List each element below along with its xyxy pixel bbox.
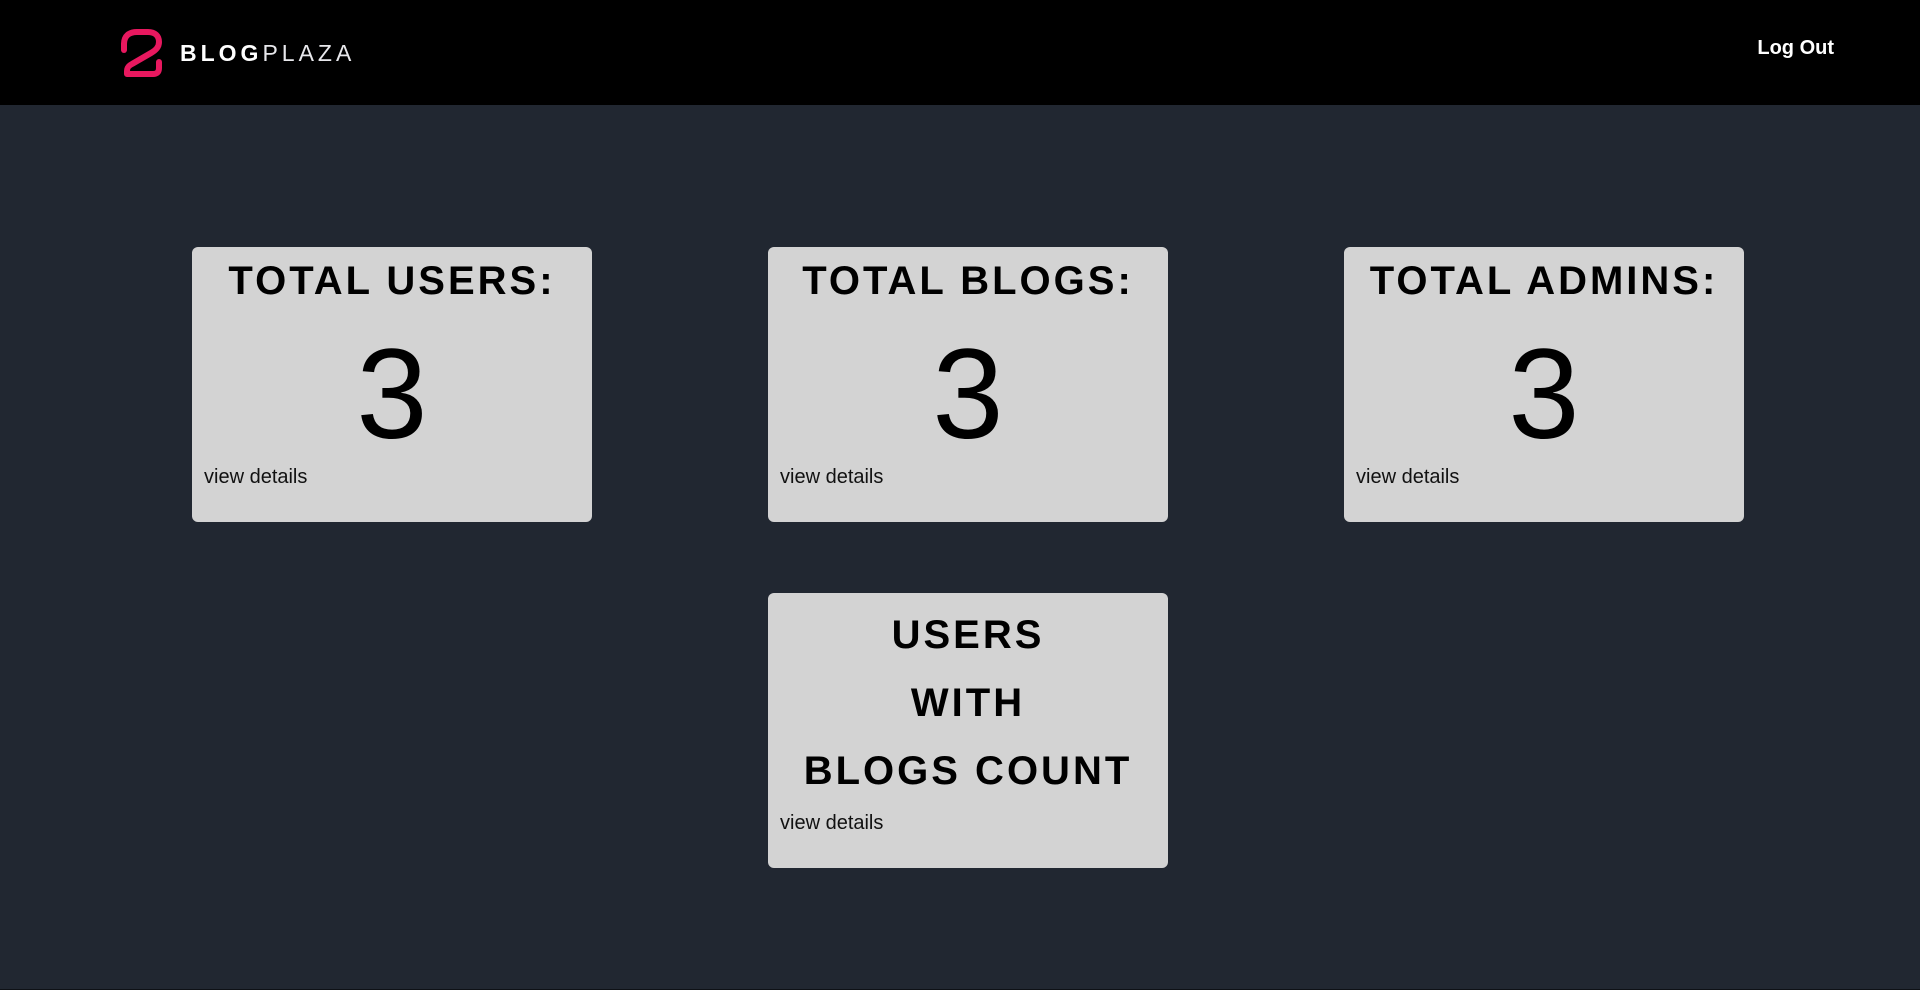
brand-name-part2: PLAZA [262,39,356,66]
total-users-title: TOTAL USERS: [228,259,556,303]
total-admins-card: TOTAL ADMINS: 3 view details [1344,247,1744,522]
users-with-blogs-count-view-details-link[interactable]: view details [780,812,883,835]
brand-logo[interactable]: BLOGPLAZA [118,28,355,78]
blogplaza-logo-icon [121,29,162,77]
total-users-card: TOTAL USERS: 3 view details [192,247,592,522]
total-admins-value: 3 [1508,323,1580,466]
total-blogs-title: TOTAL BLOGS: [802,259,1134,303]
total-admins-title: TOTAL ADMINS: [1369,259,1719,303]
title-line-users: USERS [891,613,1045,657]
brand-name: BLOGPLAZA [180,39,356,66]
total-blogs-view-details-link[interactable]: view details [780,466,883,489]
users-with-blogs-count-title: USERS WITH BLOGS COUNT [768,593,1168,805]
total-users-view-details-link[interactable]: view details [204,466,307,489]
total-users-value: 3 [356,323,428,466]
brand-name-part1: BLOG [180,39,263,66]
users-with-blogs-count-card: USERS WITH BLOGS COUNT view details [768,593,1168,868]
title-line-with: WITH [910,681,1026,725]
logout-link[interactable]: Log Out [1757,37,1834,60]
title-line-blogs-count: BLOGS COUNT [803,749,1133,793]
total-blogs-card: TOTAL BLOGS: 3 view details [768,247,1168,522]
total-blogs-value: 3 [932,323,1004,466]
top-navbar: BLOGPLAZA Log Out [0,0,1920,105]
total-admins-view-details-link[interactable]: view details [1356,466,1459,489]
